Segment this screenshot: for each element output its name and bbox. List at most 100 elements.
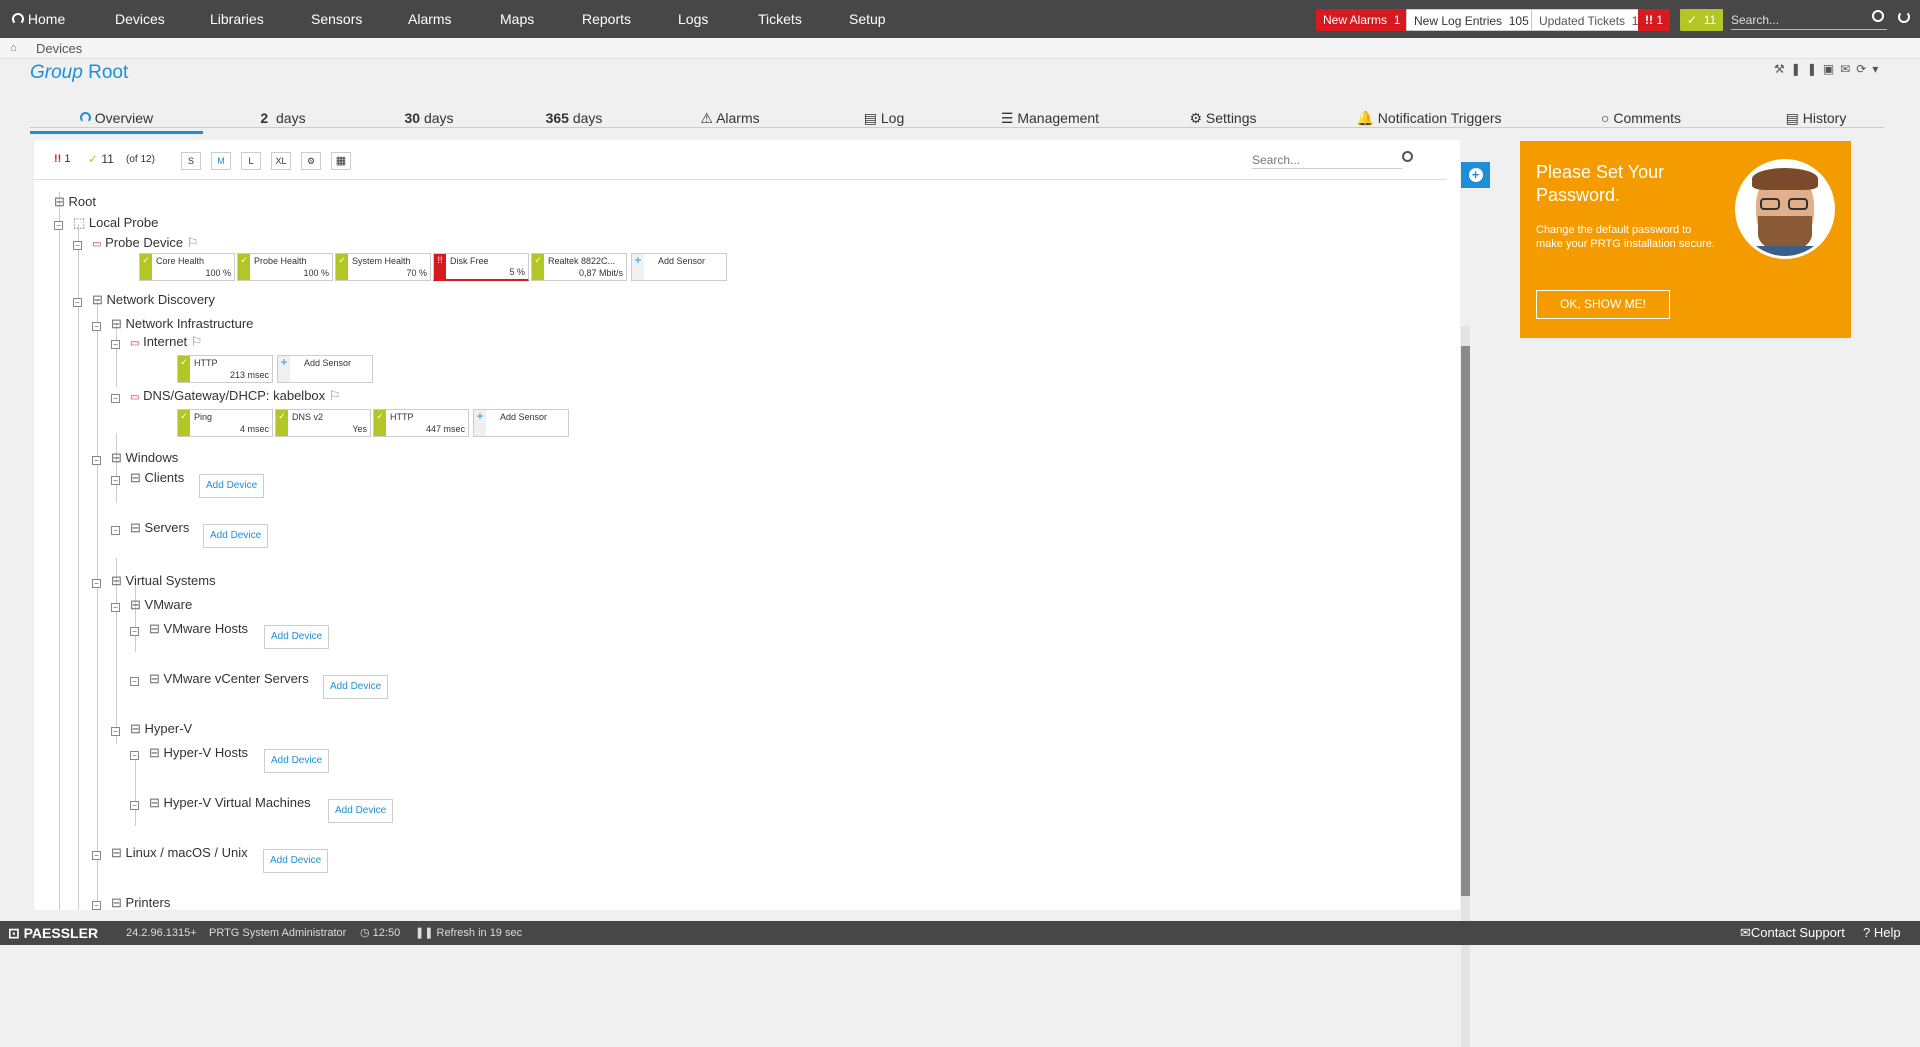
tab-settings[interactable]: ⚙ Settings	[1183, 110, 1263, 130]
tree-probe-device[interactable]: ▭ Probe Device ⚐	[92, 235, 198, 251]
chevron-down-icon[interactable]: ▾	[1872, 62, 1884, 76]
tab-365-days[interactable]: 365 days	[534, 110, 614, 130]
footer-user[interactable]: PRTG System Administrator	[209, 921, 346, 945]
collapse-toggle[interactable]: −	[92, 322, 101, 331]
new-log-entries-badge[interactable]: New Log Entries 105	[1406, 9, 1537, 31]
tab-history[interactable]: ▤ History	[1776, 110, 1856, 130]
tree-search-input[interactable]: Search...	[1252, 153, 1402, 169]
collapse-toggle[interactable]: −	[130, 801, 139, 810]
collapse-toggle[interactable]: −	[111, 340, 120, 349]
tree-root[interactable]: ⊟ Root	[54, 194, 96, 210]
tab-management[interactable]: ☰ Management	[990, 110, 1110, 130]
tree-local-probe[interactable]: ⬚ Local Probe	[73, 215, 158, 231]
add-device-button[interactable]: Add Device	[264, 625, 330, 649]
search-icon[interactable]	[1872, 10, 1884, 22]
size-s-button[interactable]: S	[181, 152, 201, 170]
updated-tickets-badge[interactable]: Updated Tickets 1	[1531, 9, 1647, 31]
home-icon[interactable]: ⌂	[10, 42, 17, 54]
collapse-toggle[interactable]: −	[111, 394, 120, 403]
new-alarms-badge[interactable]: New Alarms 1	[1316, 9, 1408, 31]
size-xl-button[interactable]: XL	[271, 152, 291, 170]
collapse-toggle[interactable]: −	[73, 298, 82, 307]
tree-linux[interactable]: ⊟ Linux / macOS / Unix	[111, 845, 248, 861]
add-device-button[interactable]: Add Device	[264, 749, 330, 773]
tree-hyperv[interactable]: ⊟ Hyper-V	[130, 721, 192, 737]
nav-logs[interactable]: Logs	[678, 0, 708, 38]
add-sensor-button[interactable]: + Add Sensor	[631, 253, 727, 281]
collapse-toggle[interactable]: −	[130, 677, 139, 686]
collapse-toggle[interactable]: −	[111, 526, 120, 535]
tab-2-days[interactable]: 2 days	[253, 110, 313, 130]
add-device-button[interactable]: Add Device	[199, 474, 265, 498]
wrench-icon[interactable]: ⚒	[1774, 62, 1791, 76]
tree-vmware[interactable]: ⊟ VMware	[130, 597, 192, 613]
tree-grid-button[interactable]: ▦	[331, 152, 351, 170]
ok-count-badge[interactable]: ✓ 11	[1680, 9, 1724, 31]
nav-devices[interactable]: Devices	[115, 0, 165, 38]
collapse-toggle[interactable]: −	[92, 456, 101, 465]
power-icon[interactable]	[1898, 11, 1910, 23]
refresh-icon[interactable]: ⟳	[1856, 62, 1872, 76]
sensor-ping[interactable]: ✓ Ping 4 msec	[177, 409, 273, 437]
tree-search-icon[interactable]	[1402, 151, 1413, 162]
tree-vmware-vcenter[interactable]: ⊟ VMware vCenter Servers	[149, 671, 309, 687]
tab-overview[interactable]: Overview	[30, 110, 203, 134]
add-device-button[interactable]: Add Device	[263, 849, 329, 873]
paessler-logo[interactable]: ⊡ PAESSLER	[8, 921, 98, 945]
add-device-button[interactable]: Add Device	[203, 524, 269, 548]
footer-refresh[interactable]: ❚❚ Refresh in 19 sec	[415, 921, 522, 945]
top-search-input[interactable]: Search...	[1731, 10, 1887, 30]
nav-home[interactable]: Home	[12, 0, 65, 38]
collapse-toggle[interactable]: −	[92, 851, 101, 860]
toolbar-alarm-count[interactable]: !! 1	[54, 153, 71, 165]
flag-icon[interactable]: ⚐	[191, 334, 203, 349]
flag-icon[interactable]: ⚐	[187, 235, 199, 250]
tree-internet[interactable]: ▭ Internet ⚐	[130, 334, 202, 350]
tree-hyperv-vms[interactable]: ⊟ Hyper-V Virtual Machines	[149, 795, 311, 811]
sensor-disk-free[interactable]: !! Disk Free 5 %	[433, 253, 529, 281]
tab-alarms[interactable]: ⚠ Alarms	[690, 110, 770, 130]
nav-alarms[interactable]: Alarms	[408, 0, 452, 38]
tree-clients[interactable]: ⊟ Clients	[130, 470, 184, 486]
tree-settings-button[interactable]: ⚙	[301, 152, 321, 170]
add-panel-button[interactable]: +	[1461, 162, 1490, 188]
tree-network-infrastructure[interactable]: ⊟ Network Infrastructure	[111, 316, 253, 332]
tab-comments[interactable]: ○ Comments	[1591, 110, 1691, 130]
tree-servers[interactable]: ⊟ Servers	[130, 520, 189, 536]
add-device-button[interactable]: Add Device	[323, 675, 389, 699]
tab-log[interactable]: ▤ Log	[853, 110, 915, 130]
tree-windows[interactable]: ⊟ Windows	[111, 450, 178, 466]
collapse-toggle[interactable]: −	[54, 221, 63, 230]
tab-notification-triggers[interactable]: 🔔 Notification Triggers	[1349, 110, 1509, 130]
tree-hyperv-hosts[interactable]: ⊟ Hyper-V Hosts	[149, 745, 248, 761]
alarm-count-badge[interactable]: !! 1	[1638, 9, 1671, 31]
nav-maps[interactable]: Maps	[500, 0, 534, 38]
sensor-core-health[interactable]: ✓ Core Health 100 %	[139, 253, 235, 281]
add-device-button[interactable]: Add Device	[328, 799, 394, 823]
nav-setup[interactable]: Setup	[849, 0, 886, 38]
nav-sensors[interactable]: Sensors	[311, 0, 362, 38]
add-sensor-button[interactable]: + Add Sensor	[473, 409, 569, 437]
scrollbar-thumb[interactable]	[1461, 346, 1470, 896]
pause-icon[interactable]: ❚❚	[1791, 62, 1823, 76]
collapse-toggle[interactable]: −	[130, 627, 139, 636]
collapse-toggle[interactable]: −	[92, 901, 101, 910]
help-link[interactable]: ? Help	[1863, 921, 1901, 945]
sensor-internet-http[interactable]: ✓ HTTP 213 msec	[177, 355, 273, 383]
collapse-toggle[interactable]: −	[111, 476, 120, 485]
tree-dns-gateway[interactable]: ▭ DNS/Gateway/DHCP: kabelbox ⚐	[130, 388, 340, 404]
email-icon[interactable]: ✉	[1840, 62, 1856, 76]
sensor-probe-health[interactable]: ✓ Probe Health 100 %	[237, 253, 333, 281]
contact-support-link[interactable]: ✉Contact Support	[1740, 921, 1845, 945]
tree-printers[interactable]: ⊟ Printers	[111, 895, 170, 910]
sensor-dns-http[interactable]: ✓ HTTP 447 msec	[373, 409, 469, 437]
tree-virtual-systems[interactable]: ⊟ Virtual Systems	[111, 573, 216, 589]
flag-icon[interactable]: ⚐	[329, 388, 341, 403]
collapse-toggle[interactable]: −	[111, 603, 120, 612]
nav-reports[interactable]: Reports	[582, 0, 631, 38]
nav-libraries[interactable]: Libraries	[210, 0, 264, 38]
toolbar-ok-count[interactable]: ✓ 11	[88, 152, 114, 166]
add-sensor-button[interactable]: + Add Sensor	[277, 355, 373, 383]
collapse-toggle[interactable]: −	[130, 751, 139, 760]
sensor-dns-v2[interactable]: ✓ DNS v2 Yes	[275, 409, 371, 437]
